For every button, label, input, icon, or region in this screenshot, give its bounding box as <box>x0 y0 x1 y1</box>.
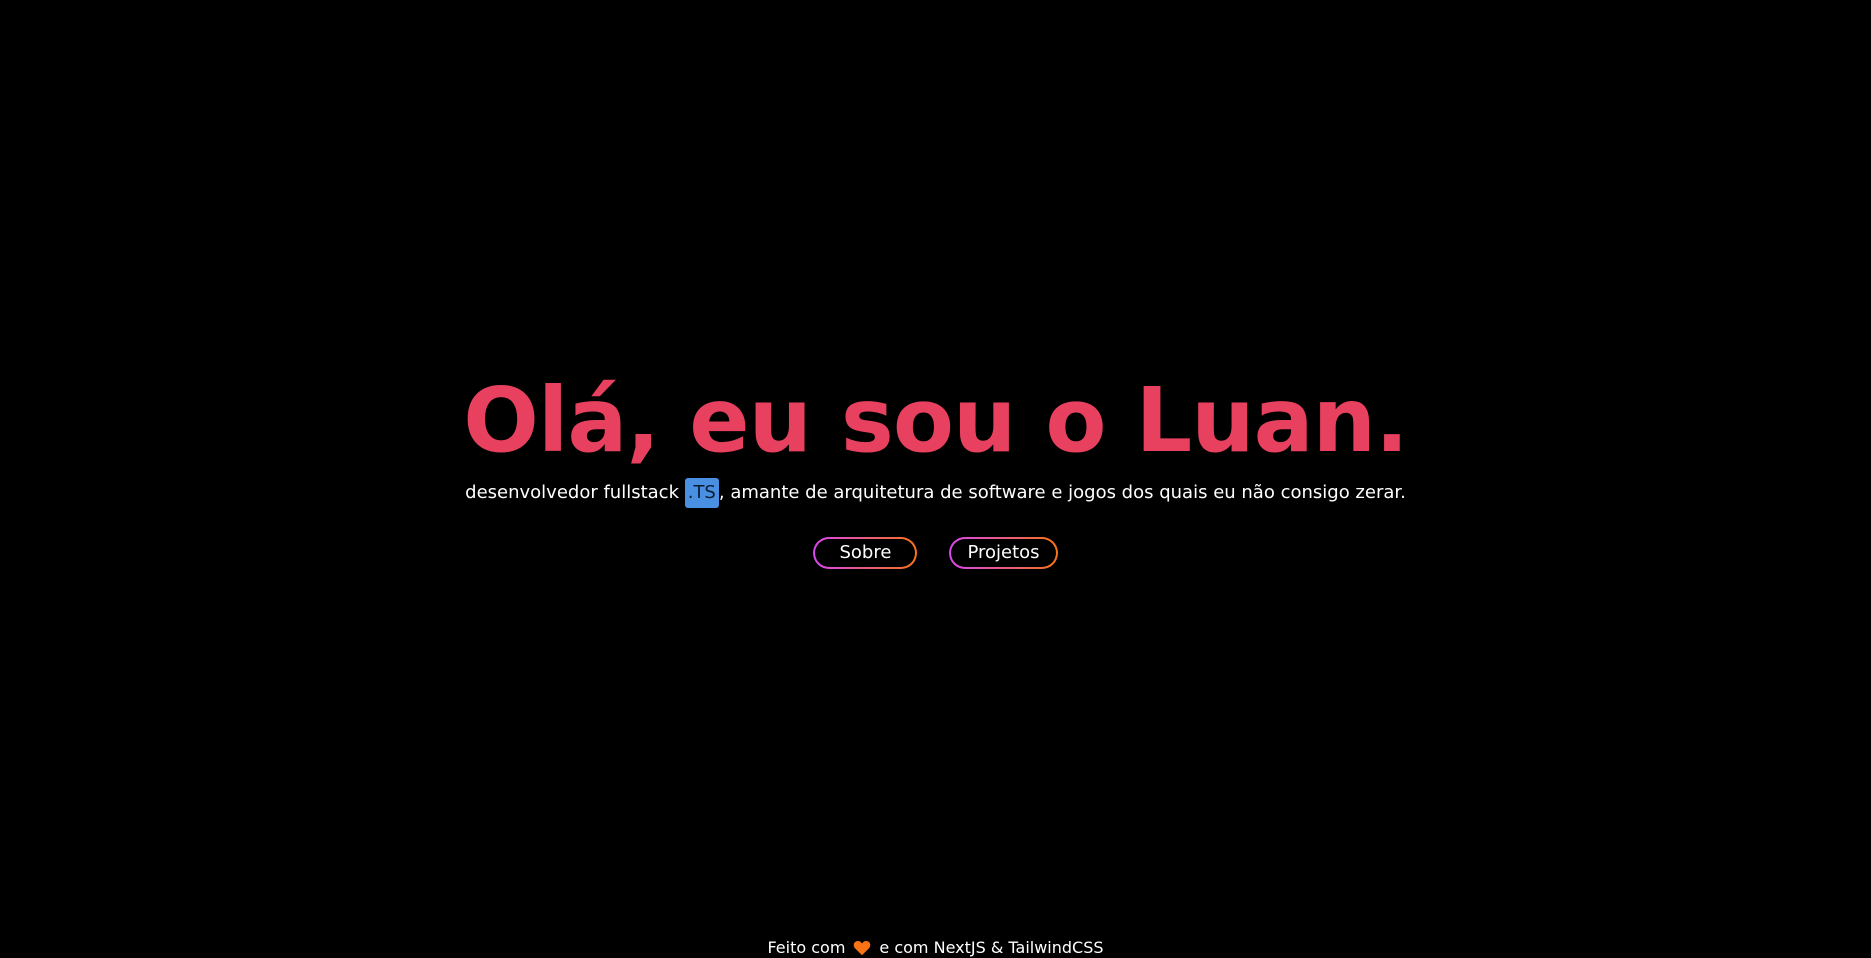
heart-icon <box>853 940 871 956</box>
footer: Feito com e com NextJS & TailwindCSS <box>0 938 1871 958</box>
page: Olá, eu sou o Luan. desenvolvedor fullst… <box>0 0 1871 958</box>
about-button[interactable]: Sobre <box>813 537 918 569</box>
subtitle-prefix: desenvolvedor fullstack <box>465 482 685 503</box>
hero-subtitle: desenvolvedor fullstack .TS, amante de a… <box>465 477 1406 509</box>
about-button-label: Sobre <box>815 539 916 567</box>
footer-prefix: Feito com <box>767 938 846 957</box>
hero-section: Olá, eu sou o Luan. desenvolvedor fullst… <box>0 365 1871 569</box>
projects-button[interactable]: Projetos <box>949 537 1058 569</box>
subtitle-suffix: , amante de arquitetura de software e jo… <box>718 482 1406 503</box>
hero-actions: Sobre Projetos <box>813 537 1058 569</box>
hero-title: Olá, eu sou o Luan. <box>463 368 1409 472</box>
ts-badge: .TS <box>684 478 719 508</box>
projects-button-label: Projetos <box>951 539 1056 567</box>
footer-suffix: e com NextJS & TailwindCSS <box>879 938 1104 957</box>
